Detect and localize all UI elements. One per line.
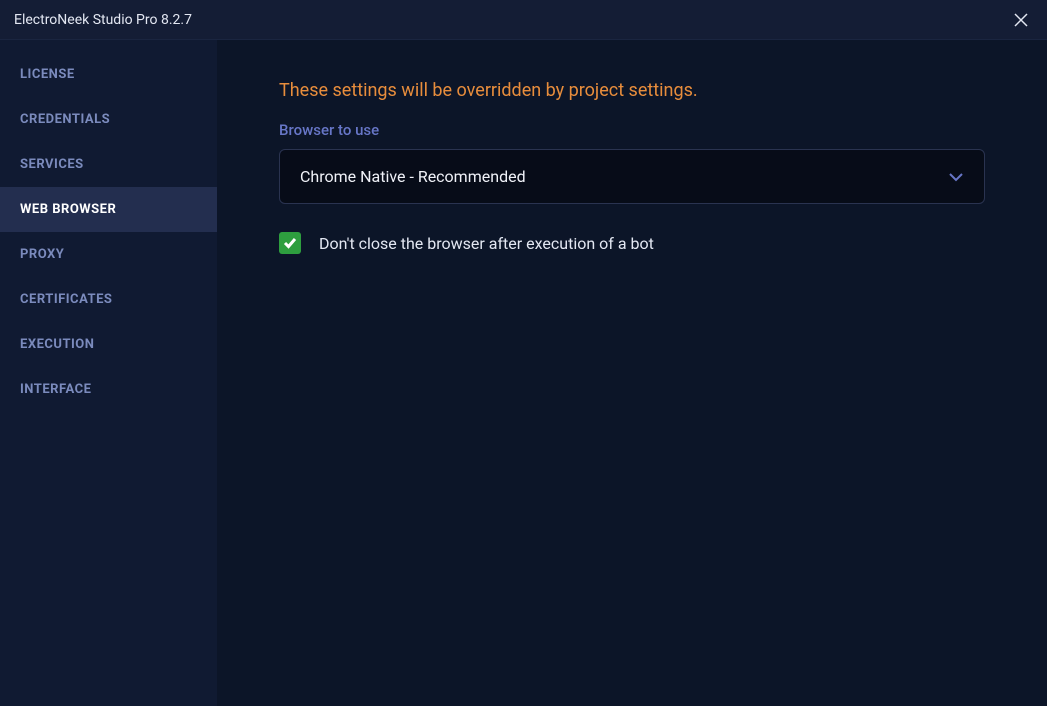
sidebar-item-credentials[interactable]: CREDENTIALS [0, 97, 217, 142]
body-container: LICENSE CREDENTIALS SERVICES WEB BROWSER… [0, 40, 1047, 706]
titlebar: ElectroNeek Studio Pro 8.2.7 [0, 0, 1047, 40]
browser-select-value: Chrome Native - Recommended [300, 167, 526, 186]
close-button[interactable] [1009, 8, 1033, 32]
sidebar: LICENSE CREDENTIALS SERVICES WEB BROWSER… [0, 40, 217, 706]
sidebar-item-label: CERTIFICATES [20, 292, 112, 307]
window-title: ElectroNeek Studio Pro 8.2.7 [14, 12, 192, 28]
chevron-down-icon [948, 167, 964, 186]
checkbox-row: Don't close the browser after execution … [279, 232, 985, 254]
sidebar-item-label: WEB BROWSER [20, 202, 116, 217]
sidebar-item-label: SERVICES [20, 157, 84, 172]
sidebar-item-web-browser[interactable]: WEB BROWSER [0, 187, 217, 232]
close-icon [1014, 13, 1028, 27]
check-icon [283, 237, 297, 249]
sidebar-item-label: PROXY [20, 247, 64, 262]
main-content: These settings will be overridden by pro… [217, 40, 1047, 706]
sidebar-item-label: CREDENTIALS [20, 112, 110, 127]
sidebar-item-label: LICENSE [20, 67, 75, 82]
sidebar-item-services[interactable]: SERVICES [0, 142, 217, 187]
sidebar-item-execution[interactable]: EXECUTION [0, 322, 217, 367]
browser-field-label: Browser to use [279, 121, 985, 139]
sidebar-item-license[interactable]: LICENSE [0, 52, 217, 97]
sidebar-item-certificates[interactable]: CERTIFICATES [0, 277, 217, 322]
sidebar-item-interface[interactable]: INTERFACE [0, 367, 217, 412]
override-warning: These settings will be overridden by pro… [279, 80, 985, 101]
sidebar-item-label: EXECUTION [20, 337, 94, 352]
sidebar-item-label: INTERFACE [20, 382, 91, 397]
browser-select[interactable]: Chrome Native - Recommended [279, 149, 985, 204]
dont-close-browser-label: Don't close the browser after execution … [319, 234, 654, 253]
sidebar-item-proxy[interactable]: PROXY [0, 232, 217, 277]
dont-close-browser-checkbox[interactable] [279, 232, 301, 254]
